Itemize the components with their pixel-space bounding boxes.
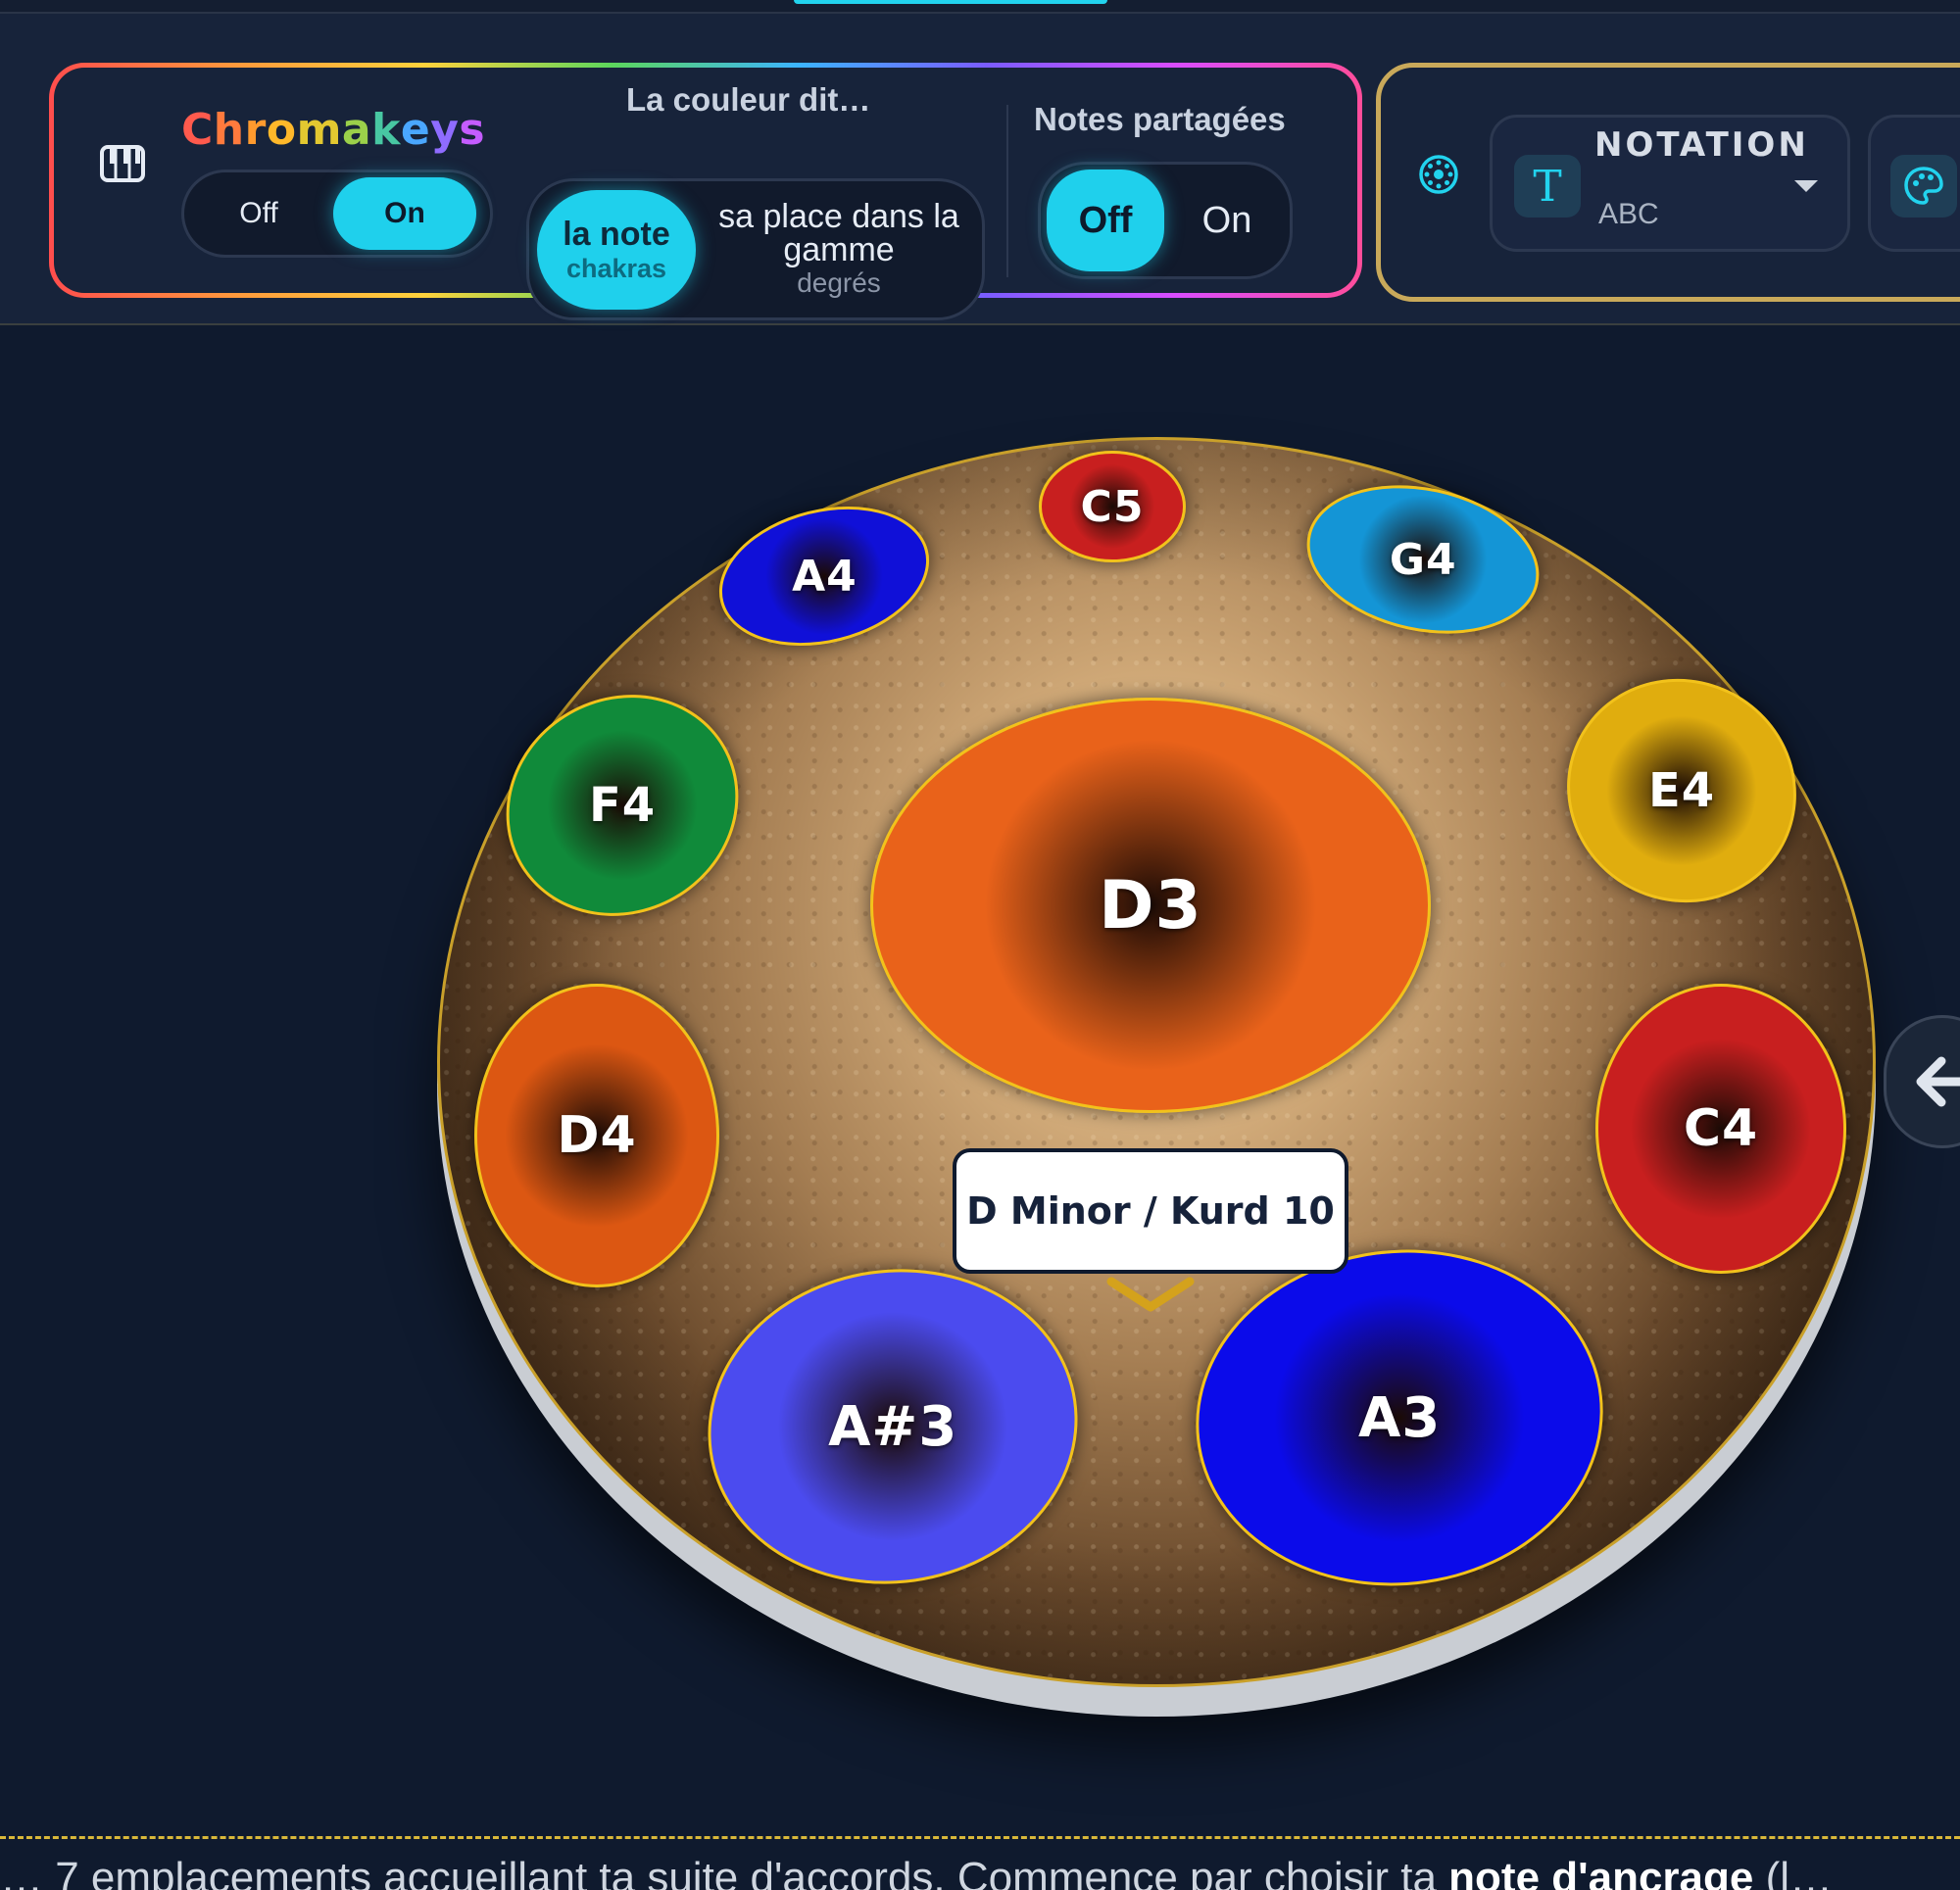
- active-tab-indicator: [794, 0, 1107, 4]
- note-c4-label: C4: [1683, 1099, 1759, 1158]
- instructions-text: … 7 emplacements accueillant ta suite d'…: [0, 1854, 1960, 1890]
- color-source-note-option[interactable]: la note chakras: [537, 189, 696, 310]
- brand-letter: y: [430, 105, 460, 155]
- brand-letter: C: [181, 105, 214, 155]
- brand-letter: k: [371, 105, 401, 155]
- handpan-icon[interactable]: [1414, 150, 1463, 199]
- gamme-option-sublabel: degrés: [797, 267, 881, 298]
- brand-letter: r: [244, 105, 267, 155]
- note-e4-label: E4: [1647, 763, 1716, 818]
- instructions-text-bold: note d'ancrage: [1448, 1854, 1754, 1890]
- palette-icon: [1890, 155, 1957, 218]
- arrow-left-icon: [1916, 1056, 1960, 1107]
- brand-letter: e: [400, 105, 431, 155]
- instructions-text-start: … 7 emplacements accueillant ta suite d'…: [0, 1854, 1449, 1890]
- note-a4-label: A4: [791, 551, 858, 602]
- chromakeys-on-option[interactable]: On: [333, 177, 476, 250]
- instructions-text-end: (l…: [1753, 1854, 1834, 1890]
- chromakeys-panel: Chromakeys Off On La couleur dit… la not…: [49, 63, 1362, 320]
- note-d4-label: D4: [557, 1106, 637, 1165]
- text-T-icon: T: [1514, 155, 1581, 218]
- shared-notes-on-option[interactable]: On: [1164, 165, 1290, 276]
- chromakeys-off-option[interactable]: Off: [184, 172, 333, 255]
- brand-letter: h: [213, 105, 245, 155]
- note-a-sharp3-label: A#3: [827, 1394, 958, 1459]
- color-source-gamme-option[interactable]: sa place dans la gamme degrés: [696, 181, 982, 317]
- brand-letter: m: [296, 105, 342, 155]
- shared-notes-title: Notes partagées: [1034, 101, 1286, 137]
- note-d3[interactable]: D3: [870, 698, 1431, 1113]
- section-separator: [0, 1836, 1960, 1839]
- palette-select[interactable]: [1868, 115, 1960, 252]
- color-source-title: La couleur dit…: [626, 81, 871, 118]
- panel-divider: [1006, 105, 1008, 277]
- top-bar: [0, 0, 1960, 14]
- note-a3-label: A3: [1357, 1385, 1442, 1450]
- scale-name-badge[interactable]: D Minor / Kurd 10: [953, 1148, 1348, 1274]
- piano-icon[interactable]: [95, 136, 150, 191]
- note-c4[interactable]: C4: [1595, 984, 1846, 1274]
- gamme-option-label: sa place dans la gamme: [718, 197, 959, 268]
- note-option-label: la note: [563, 215, 670, 253]
- notation-value: ABC: [1598, 198, 1659, 230]
- note-f4-label: F4: [588, 778, 657, 833]
- settings-toolbar: Chromakeys Off On La couleur dit… la not…: [0, 14, 1960, 325]
- note-d4[interactable]: D4: [474, 984, 719, 1287]
- shared-notes-off-option[interactable]: Off: [1047, 170, 1164, 271]
- color-source-toggle[interactable]: la note chakras sa place dans la gamme d…: [526, 178, 985, 320]
- note-option-sublabel: chakras: [565, 253, 667, 283]
- brand-letter: o: [266, 105, 297, 155]
- notation-title: NOTATION: [1594, 125, 1809, 165]
- chevron-down-icon[interactable]: [1103, 1274, 1198, 1321]
- notation-select[interactable]: T NOTATION ABC: [1490, 115, 1850, 252]
- note-c5[interactable]: C5: [1039, 451, 1186, 562]
- chevron-down-icon: [1794, 180, 1818, 192]
- brand-letter: s: [459, 105, 486, 155]
- chromakeys-title: Chromakeys: [181, 105, 485, 155]
- note-d3-label: D3: [1099, 866, 1202, 945]
- note-c5-label: C5: [1080, 481, 1145, 532]
- note-g4-label: G4: [1389, 534, 1457, 585]
- shared-notes-toggle[interactable]: Off On: [1038, 162, 1293, 279]
- chromakeys-toggle[interactable]: Off On: [181, 170, 493, 258]
- brand-letter: a: [341, 105, 372, 155]
